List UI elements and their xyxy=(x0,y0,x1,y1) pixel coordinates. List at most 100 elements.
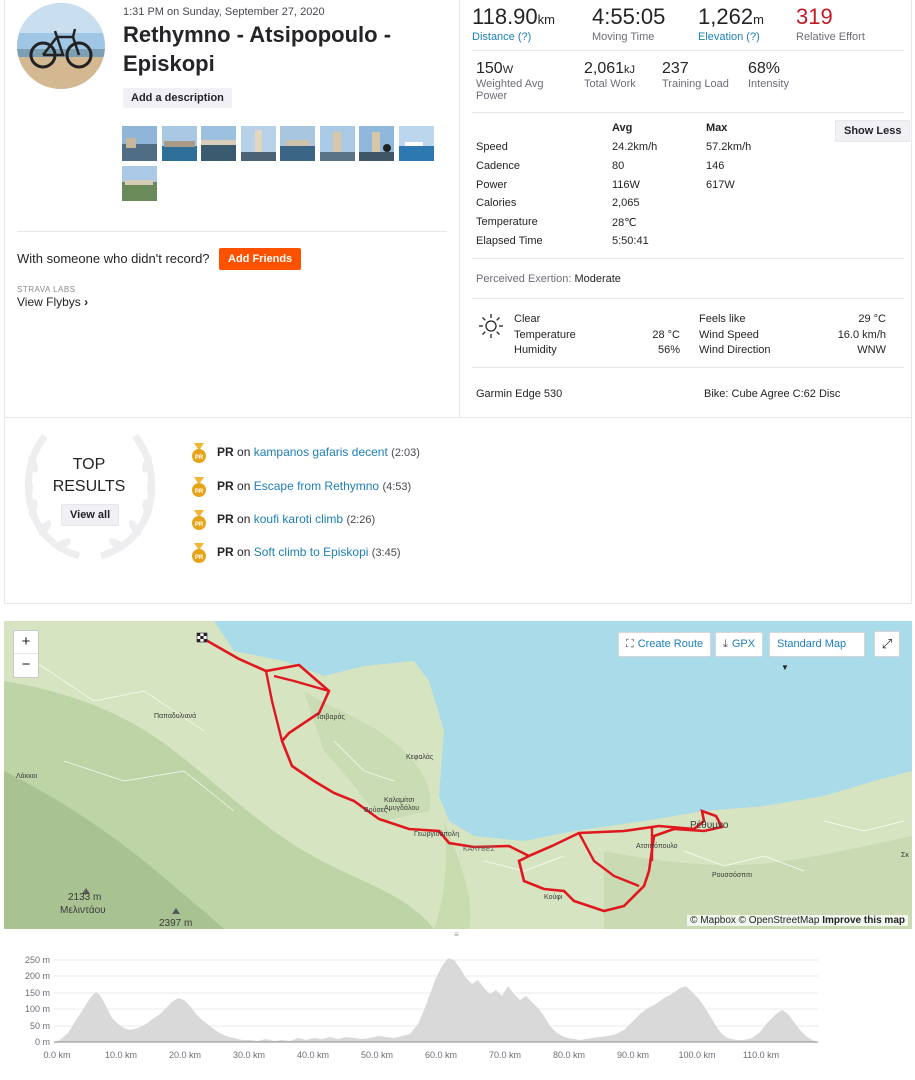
photo-thumb[interactable] xyxy=(320,126,355,161)
top-results-heading: TOP RESULTS xyxy=(49,454,129,498)
expand-icon: ⤢ xyxy=(881,636,893,651)
detail-max: 617W xyxy=(706,179,735,191)
stat-elevation: 1,262m Elevation (?) xyxy=(698,4,764,43)
map-place-label: Λάκκοι xyxy=(16,773,38,780)
weather-value: WNW xyxy=(857,344,886,356)
fullscreen-button[interactable]: ⤢ xyxy=(874,631,900,657)
photo-thumb[interactable] xyxy=(359,126,394,161)
show-less-button[interactable]: Show Less xyxy=(835,120,911,142)
photo-thumb[interactable] xyxy=(162,126,197,161)
map-place-label: Βρύσες xyxy=(364,807,388,814)
photo-thumb[interactable] xyxy=(122,126,157,161)
with-someone-text: With someone who didn't record? xyxy=(17,251,210,266)
stat-intensity: 68% Intensity xyxy=(748,60,789,90)
detail-label: Cadence xyxy=(476,160,521,172)
distance-help-link[interactable]: Distance (?) xyxy=(472,31,555,43)
zoom-in-button[interactable]: + xyxy=(14,631,38,654)
svg-text:PR: PR xyxy=(195,455,204,461)
map-canvas[interactable] xyxy=(4,621,912,929)
map-place-label: 2397 m xyxy=(159,918,193,929)
segment-link[interactable]: Soft climb to Episkopi xyxy=(254,545,369,559)
pr-label: PR xyxy=(217,479,234,493)
perceived-exertion: Perceived Exertion: Moderate xyxy=(476,273,621,285)
caret-down-icon: ▼ xyxy=(781,663,789,672)
activity-date: 1:31 PM on Sunday, September 27, 2020 xyxy=(123,6,325,18)
segment-link[interactable]: Escape from Rethymno xyxy=(254,479,379,493)
stat-distance: 118.90km Distance (?) xyxy=(472,4,555,43)
weather-label: Feels like xyxy=(699,313,746,325)
pr-label: PR xyxy=(217,445,234,459)
pr-label: PR xyxy=(217,512,234,526)
segment-link[interactable]: koufi karoti climb xyxy=(254,512,343,526)
map-place-label: Παπαδολιανά xyxy=(154,713,197,720)
map-type-select[interactable]: Standard Map ▼ xyxy=(769,632,865,672)
detail-avg: 5:50:41 xyxy=(612,235,649,247)
pr-medal-icon: PR xyxy=(192,509,206,530)
stat-label: Relative Effort xyxy=(796,31,865,43)
sun-icon xyxy=(479,314,503,338)
zoom-out-button[interactable]: − xyxy=(14,654,38,677)
map-place-label: Ρέθυμνο xyxy=(690,820,729,831)
map-place-label: Καλαμίτσι Αμυγδάλου xyxy=(384,797,420,812)
map-place-label: Κούφι xyxy=(544,894,563,901)
photo-thumb[interactable] xyxy=(399,126,434,161)
photo-thumb[interactable] xyxy=(241,126,276,161)
weather-label: Temperature xyxy=(514,329,576,341)
chevron-right-icon: › xyxy=(84,295,89,309)
view-flybys-link[interactable]: View Flybys › xyxy=(17,295,88,309)
exertion-label: Perceived Exertion: xyxy=(476,273,572,285)
y-tick-label: 150 m xyxy=(25,988,50,998)
detail-max: 57.2km/h xyxy=(706,141,752,153)
gpx-download-button[interactable]: ⤓ GPX xyxy=(715,632,764,657)
weather-condition: Clear xyxy=(514,313,541,325)
detail-label: Calories xyxy=(476,197,517,209)
segment-link[interactable]: kampanos gafaris decent xyxy=(254,445,388,459)
detail-label: Speed xyxy=(476,141,508,153)
stat-value: 68% xyxy=(748,60,781,77)
pr-medal-icon: PR xyxy=(192,476,206,497)
on-text: on xyxy=(237,445,251,459)
bike-name: Bike: Cube Agree C:62 Disc xyxy=(704,388,841,400)
detail-avg: 116W xyxy=(612,179,640,191)
zoom-controls: + − xyxy=(13,630,39,678)
activity-header-pane: 1:31 PM on Sunday, September 27, 2020 Re… xyxy=(5,0,460,418)
athlete-avatar[interactable] xyxy=(17,3,105,89)
photo-thumb[interactable] xyxy=(201,126,236,161)
map-place-label: 2133 m xyxy=(68,892,102,903)
y-tick-label: 50 m xyxy=(30,1021,50,1031)
strava-labs-caption: STRAVA LABS xyxy=(17,285,76,294)
weather-value: 56% xyxy=(657,344,680,356)
stat-unit: m xyxy=(753,12,764,27)
add-description-button[interactable]: Add a description xyxy=(123,88,232,108)
stat-unit: kJ xyxy=(624,64,636,76)
stat-label: Intensity xyxy=(748,78,789,90)
attribution-text[interactable]: © Mapbox © OpenStreetMap xyxy=(690,915,819,926)
elevation-profile-chart[interactable]: 250 m 200 m 150 m 100 m 50 m 0 m 0.0 km … xyxy=(0,938,915,1080)
add-friends-button[interactable]: Add Friends xyxy=(219,248,302,270)
stat-label: Total Work xyxy=(584,78,636,90)
divider xyxy=(472,258,904,259)
stat-relative-effort[interactable]: 319 Relative Effort xyxy=(796,4,865,43)
heading-line: RESULTS xyxy=(52,478,126,495)
improve-map-link[interactable]: Improve this map xyxy=(822,915,905,926)
photo-thumb[interactable] xyxy=(122,166,157,201)
segment-time: (4:53) xyxy=(382,481,412,493)
route-map[interactable]: Παπαδολιανά Λάκκοι Τσιβαράς Κεφαλάς Καλα… xyxy=(4,621,912,929)
result-row: PR PR on Escape from Rethymno (4:53) xyxy=(191,476,412,497)
map-place-label: Κεφαλάς xyxy=(406,754,434,761)
view-all-results-button[interactable]: View all xyxy=(61,504,120,526)
weather-value: 16.0 km/h xyxy=(837,329,886,341)
detail-avg: 80 xyxy=(612,160,625,172)
create-route-button[interactable]: ⛶ Create Route xyxy=(618,632,712,657)
stat-value: 2,061 xyxy=(584,60,625,77)
stat-value: 4:55:05 xyxy=(592,4,666,29)
divider xyxy=(472,112,904,113)
map-type-label: Standard Map xyxy=(777,638,847,650)
elevation-help-link[interactable]: Elevation (?) xyxy=(698,31,764,43)
detail-label: Power xyxy=(476,179,508,191)
photo-thumb[interactable] xyxy=(280,126,315,161)
x-tick-label: 10.0 km xyxy=(105,1050,137,1060)
activity-title: Rethymno - Atsipopoulo - Episkopi xyxy=(123,22,392,76)
result-row: PR PR on koufi karoti climb (2:26) xyxy=(191,509,375,530)
segment-time: (3:45) xyxy=(371,547,401,559)
